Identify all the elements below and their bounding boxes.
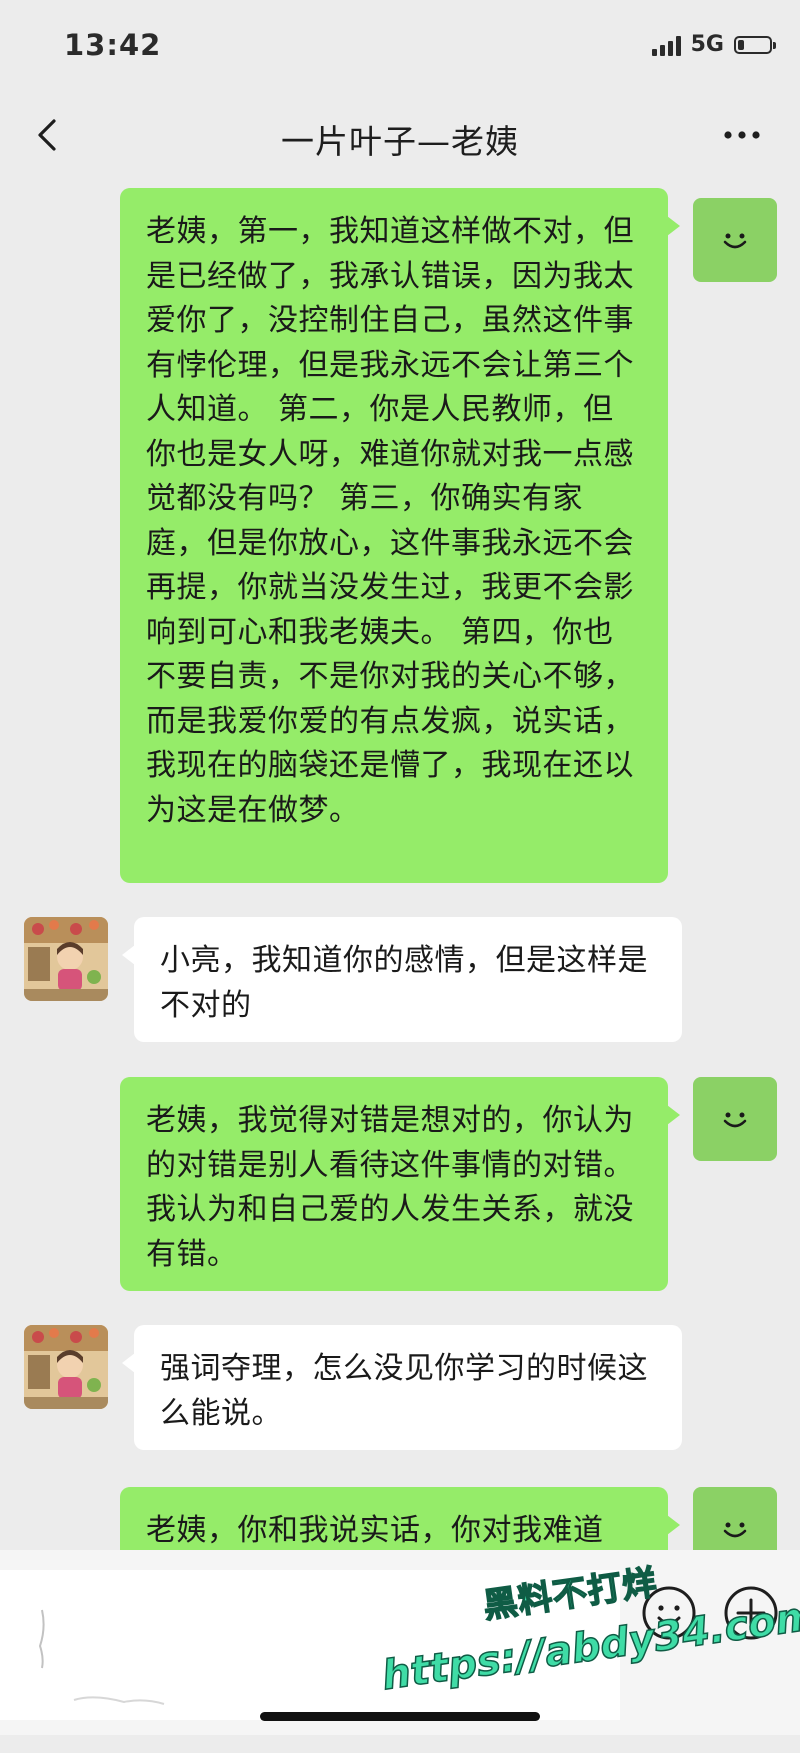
plus-circle-icon: [724, 1586, 778, 1640]
message-input[interactable]: [0, 1570, 620, 1720]
smile-face-icon: [723, 1522, 747, 1538]
battery-icon: [734, 35, 776, 54]
emoji-smile-icon: [642, 1586, 696, 1640]
received-message-bubble[interactable]: 小亮，我知道你的感情，但是这样是不对的: [122, 917, 682, 1042]
blurred-scribble-icon: [38, 1609, 165, 1705]
received-message-bubble[interactable]: 强词夺理，怎么没见你学习的时候这么能说。: [122, 1325, 682, 1450]
status-bar: 13:42 5G: [0, 0, 800, 90]
emoji-button[interactable]: [640, 1584, 698, 1642]
sent-message-bubble[interactable]: 老姨，你和我说实话，你对我难道: [120, 1487, 680, 1550]
home-indicator[interactable]: [260, 1712, 540, 1721]
contact-avatar[interactable]: [24, 1325, 108, 1409]
chat-header: 一片叶子—老姨: [0, 95, 800, 175]
cartoon-girl-avatar-icon: [24, 1325, 108, 1409]
battery-level: [738, 39, 744, 50]
more-button[interactable]: [714, 111, 770, 159]
network-type: 5G: [690, 32, 724, 57]
contact-avatar[interactable]: [24, 917, 108, 1001]
status-time: 13:42: [64, 28, 162, 62]
my-avatar[interactable]: [693, 198, 777, 282]
message-list[interactable]: 老姨，第一，我知道这样做不对，但是已经做了，我承认错误，因为我太爱你了，没控制住…: [0, 180, 800, 1550]
status-indicators: 5G: [651, 32, 776, 57]
more-horizontal-icon: [724, 131, 760, 139]
smile-face-icon: [723, 1112, 747, 1128]
my-avatar[interactable]: [693, 1487, 777, 1550]
chat-title: 一片叶子—老姨: [281, 122, 519, 161]
my-avatar[interactable]: [693, 1077, 777, 1161]
cartoon-girl-avatar-icon: [24, 917, 108, 1001]
sent-message-bubble[interactable]: 老姨，我觉得对错是想对的，你认为的对错是别人看待这件事情的对错。我认为和自己爱的…: [120, 1077, 680, 1291]
smile-face-icon: [723, 233, 747, 249]
input-bar: [0, 1550, 800, 1735]
sent-message-bubble[interactable]: 老姨，第一，我知道这样做不对，但是已经做了，我承认错误，因为我太爱你了，没控制住…: [120, 188, 680, 883]
plus-button[interactable]: [722, 1584, 780, 1642]
signal-icon: [651, 34, 681, 56]
